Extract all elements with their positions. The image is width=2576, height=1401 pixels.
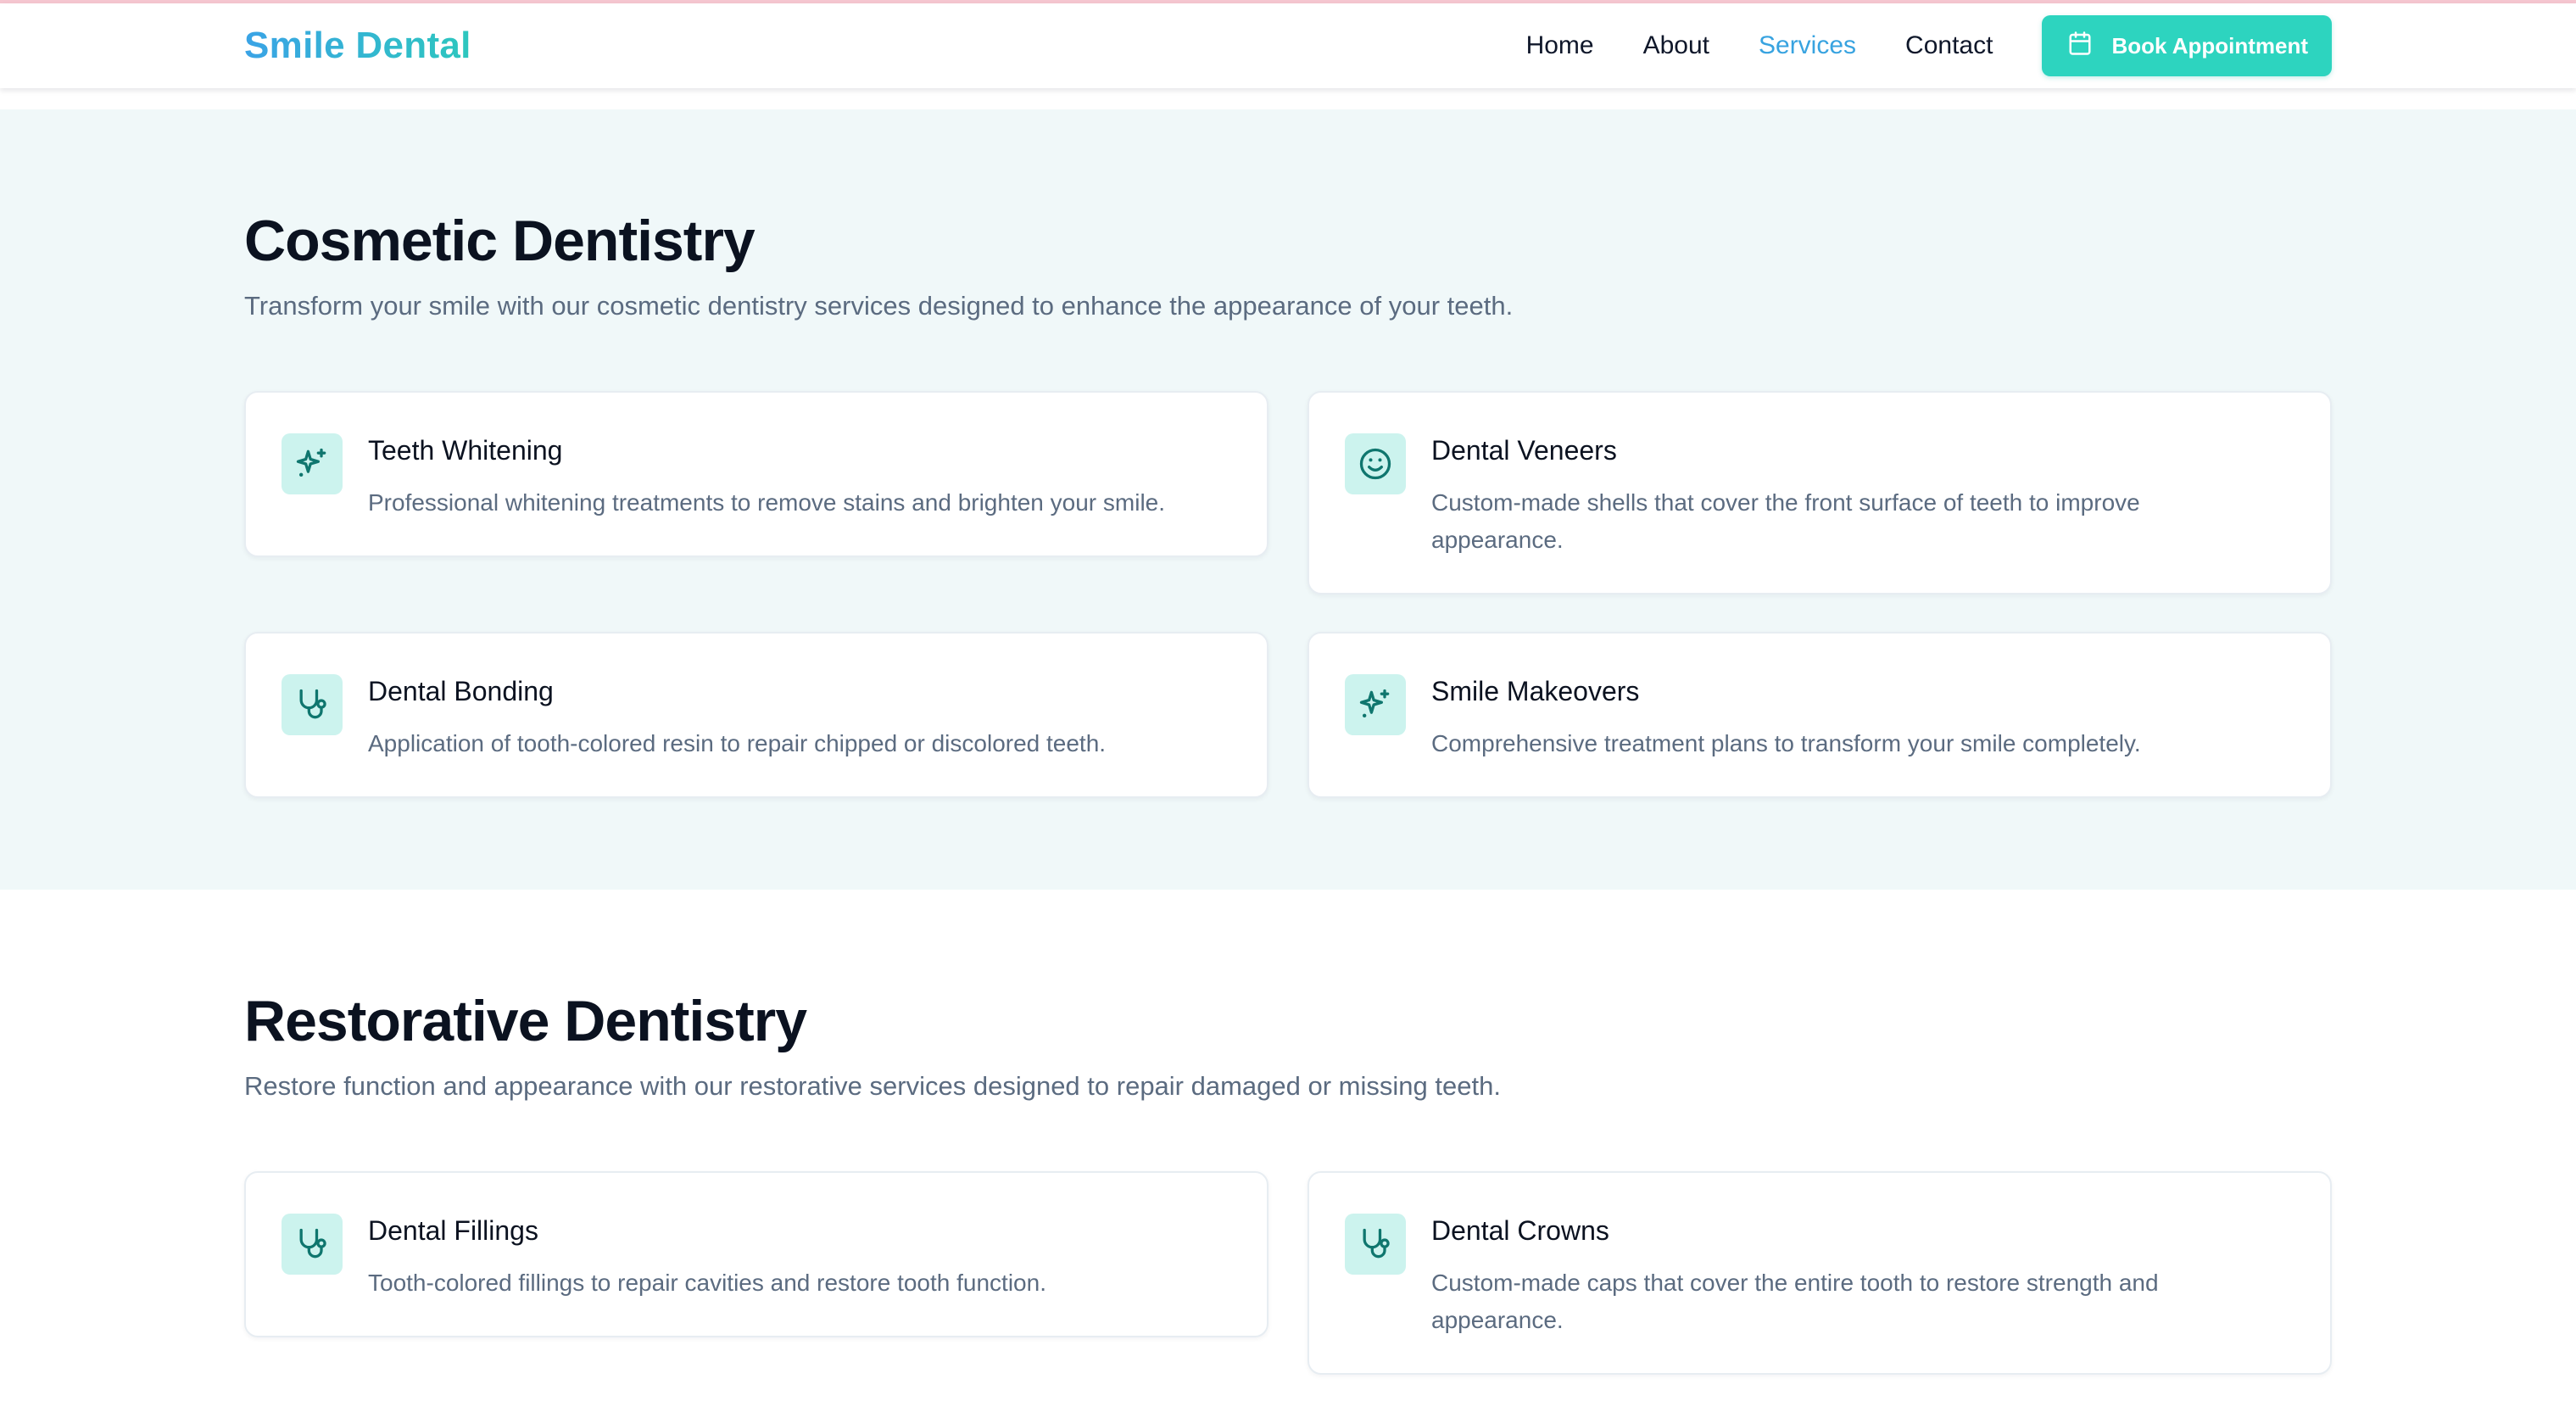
card-title: Dental Crowns [1431, 1215, 1609, 1246]
card-description: Custom-made shells that cover the front … [1431, 489, 2140, 553]
calendar-icon [2067, 31, 2093, 62]
nav-links: Home About Services Contact Book Appoint… [1526, 15, 2332, 76]
card-title: Teeth Whitening [368, 435, 563, 466]
cosmetic-title: Cosmetic Dentistry [244, 209, 756, 273]
service-card-dental-fillings[interactable]: Dental Fillings Tooth-colored fillings t… [244, 1171, 1268, 1337]
brand-logo[interactable]: Smile Dental [244, 25, 471, 67]
service-card-dental-crowns[interactable]: Dental Crowns Custom-made caps that cove… [1308, 1171, 2332, 1375]
cosmetic-subtitle: Transform your smile with our cosmetic d… [244, 291, 1514, 321]
restorative-section-inner: Restorative Dentistry Restore function a… [244, 988, 2332, 1395]
navbar-inner: Smile Dental Home About Services Contact… [244, 3, 2332, 88]
nav-link-about[interactable]: About [1643, 31, 1709, 60]
card-title: Dental Veneers [1431, 435, 1617, 466]
smile-icon [1345, 433, 1406, 494]
sparkles-icon [282, 433, 343, 494]
sparkles-icon [1345, 674, 1406, 735]
stethoscope-icon [282, 674, 343, 735]
card-description: Comprehensive treatment plans to transfo… [1431, 730, 2141, 756]
card-title: Dental Fillings [368, 1215, 538, 1246]
nav-link-home[interactable]: Home [1526, 31, 1594, 60]
service-card-dental-veneers[interactable]: Dental Veneers Custom-made shells that c… [1308, 391, 2332, 594]
restorative-title: Restorative Dentistry [244, 989, 807, 1053]
restorative-subtitle: Restore function and appearance with our… [244, 1071, 1501, 1101]
nav-link-contact[interactable]: Contact [1905, 31, 1993, 60]
card-description: Application of tooth-colored resin to re… [368, 730, 1107, 756]
card-description: Custom-made caps that cover the entire t… [1431, 1270, 2159, 1333]
book-appointment-label: Book Appointment [2111, 32, 2308, 59]
service-card-smile-makeovers[interactable]: Smile Makeovers Comprehensive treatment … [1308, 632, 2332, 798]
stethoscope-icon [1345, 1214, 1406, 1275]
restorative-section: Restorative Dentistry Restore function a… [0, 890, 2576, 1401]
service-card-teeth-whitening[interactable]: Teeth Whitening Professional whitening t… [244, 391, 1268, 557]
book-appointment-button[interactable]: Book Appointment [2042, 15, 2332, 76]
service-card-dental-bonding[interactable]: Dental Bonding Application of tooth-colo… [244, 632, 1268, 798]
card-title: Dental Bonding [368, 676, 554, 706]
cosmetic-section: Cosmetic Dentistry Transform your smile … [0, 109, 2576, 890]
nav-link-services[interactable]: Services [1759, 31, 1856, 60]
card-title: Smile Makeovers [1431, 676, 1640, 706]
cosmetic-section-inner: Cosmetic Dentistry Transform your smile … [244, 208, 2332, 869]
navbar: Smile Dental Home About Services Contact… [0, 3, 2576, 88]
card-description: Tooth-colored fillings to repair cavitie… [368, 1270, 1046, 1296]
stethoscope-icon [282, 1214, 343, 1275]
card-description: Professional whitening treatments to rem… [368, 489, 1166, 516]
